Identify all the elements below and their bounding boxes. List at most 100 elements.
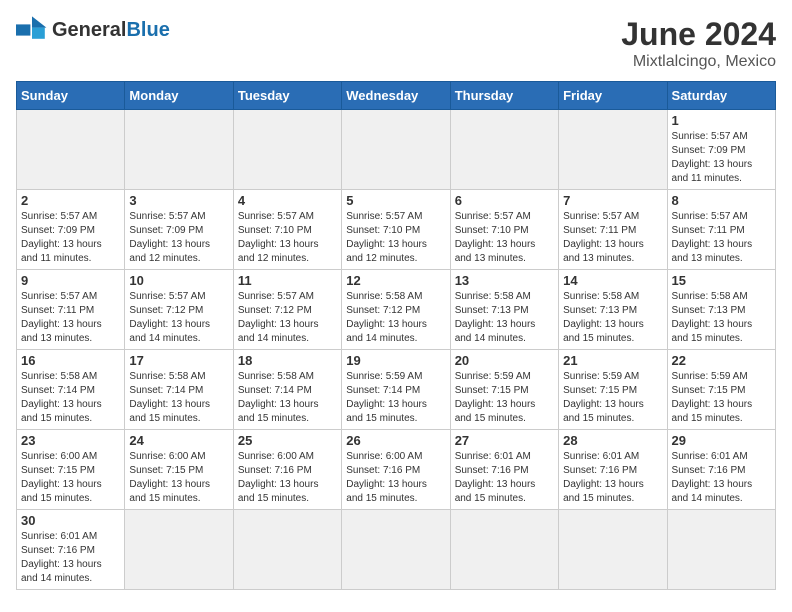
day-info: Sunrise: 6:00 AM Sunset: 7:15 PM Dayligh… (129, 450, 228, 506)
day-number: 23 (21, 433, 120, 448)
calendar-day: 20 Sunrise: 5:59 AM Sunset: 7:15 PM Dayli… (450, 350, 558, 430)
day-info: Sunrise: 5:57 AM Sunset: 7:10 PM Dayligh… (238, 210, 337, 266)
calendar-day: 12 Sunrise: 5:58 AM Sunset: 7:12 PM Dayli… (342, 270, 450, 350)
day-number: 4 (238, 193, 337, 208)
day-number: 10 (129, 273, 228, 288)
calendar-week-row: 30Sunrise: 6:01 AM Sunset: 7:16 PM Dayli… (17, 510, 776, 590)
calendar-day (450, 510, 558, 590)
calendar-day: 4 Sunrise: 5:57 AM Sunset: 7:10 PM Daylig… (233, 190, 341, 270)
calendar-day: 7 Sunrise: 5:57 AM Sunset: 7:11 PM Daylig… (559, 190, 667, 270)
calendar-day: 13 Sunrise: 5:58 AM Sunset: 7:13 PM Dayli… (450, 270, 558, 350)
day-info: Sunrise: 5:57 AM Sunset: 7:09 PM Dayligh… (129, 210, 228, 266)
day-number: 24 (129, 433, 228, 448)
calendar-day: 22 Sunrise: 5:59 AM Sunset: 7:15 PM Dayli… (667, 350, 775, 430)
logo: GeneralBlue (16, 16, 170, 44)
header-saturday: Saturday (667, 82, 775, 110)
day-number: 8 (672, 193, 771, 208)
day-number: 25 (238, 433, 337, 448)
day-info: Sunrise: 5:57 AM Sunset: 7:11 PM Dayligh… (563, 210, 662, 266)
day-number: 3 (129, 193, 228, 208)
day-number: 19 (346, 353, 445, 368)
day-info: Sunrise: 5:57 AM Sunset: 7:10 PM Dayligh… (455, 210, 554, 266)
calendar-day: 14Sunrise: 5:58 AM Sunset: 7:13 PM Dayli… (559, 270, 667, 350)
day-info: Sunrise: 5:58 AM Sunset: 7:14 PM Dayligh… (21, 370, 120, 426)
month-title: June 2024 (621, 16, 776, 53)
day-number: 28 (563, 433, 662, 448)
calendar-day (559, 510, 667, 590)
day-info: Sunrise: 5:57 AM Sunset: 7:09 PM Dayligh… (21, 210, 120, 266)
logo-icon (16, 16, 48, 44)
calendar-day: 15Sunrise: 5:58 AM Sunset: 7:13 PM Dayli… (667, 270, 775, 350)
calendar-day: 27Sunrise: 6:01 AM Sunset: 7:16 PM Dayli… (450, 430, 558, 510)
calendar-day: 9 Sunrise: 5:57 AM Sunset: 7:11 PM Daylig… (17, 270, 125, 350)
day-info: Sunrise: 6:00 AM Sunset: 7:16 PM Dayligh… (346, 450, 445, 506)
day-number: 26 (346, 433, 445, 448)
calendar-day: 6Sunrise: 5:57 AM Sunset: 7:10 PM Daylig… (450, 190, 558, 270)
calendar-day: 1 Sunrise: 5:57 AM Sunset: 7:09 PM Daylig… (667, 110, 775, 190)
day-info: Sunrise: 6:01 AM Sunset: 7:16 PM Dayligh… (672, 450, 771, 506)
day-number: 12 (346, 273, 445, 288)
day-number: 7 (563, 193, 662, 208)
title-area: June 2024 Mixtlalcingo, Mexico (621, 16, 776, 71)
calendar-day (559, 110, 667, 190)
calendar-day: 5Sunrise: 5:57 AM Sunset: 7:10 PM Daylig… (342, 190, 450, 270)
calendar-day: 2Sunrise: 5:57 AM Sunset: 7:09 PM Daylig… (17, 190, 125, 270)
day-info: Sunrise: 6:00 AM Sunset: 7:15 PM Dayligh… (21, 450, 120, 506)
day-number: 11 (238, 273, 337, 288)
calendar-day (125, 110, 233, 190)
location-title: Mixtlalcingo, Mexico (621, 53, 776, 71)
calendar-day: 30Sunrise: 6:01 AM Sunset: 7:16 PM Dayli… (17, 510, 125, 590)
calendar-day: 8 Sunrise: 5:57 AM Sunset: 7:11 PM Daylig… (667, 190, 775, 270)
day-number: 9 (21, 273, 120, 288)
day-info: Sunrise: 5:59 AM Sunset: 7:15 PM Dayligh… (563, 370, 662, 426)
calendar-day: 21 Sunrise: 5:59 AM Sunset: 7:15 PM Dayli… (559, 350, 667, 430)
calendar-day: 16 Sunrise: 5:58 AM Sunset: 7:14 PM Dayli… (17, 350, 125, 430)
day-number: 29 (672, 433, 771, 448)
calendar-week-row: 1 Sunrise: 5:57 AM Sunset: 7:09 PM Daylig… (17, 110, 776, 190)
calendar-day (233, 510, 341, 590)
day-info: Sunrise: 5:58 AM Sunset: 7:14 PM Dayligh… (238, 370, 337, 426)
header-thursday: Thursday (450, 82, 558, 110)
header-monday: Monday (125, 82, 233, 110)
header-tuesday: Tuesday (233, 82, 341, 110)
day-info: Sunrise: 5:58 AM Sunset: 7:14 PM Dayligh… (129, 370, 228, 426)
day-info: Sunrise: 5:59 AM Sunset: 7:15 PM Dayligh… (455, 370, 554, 426)
day-info: Sunrise: 5:58 AM Sunset: 7:13 PM Dayligh… (455, 290, 554, 346)
calendar-week-row: 9 Sunrise: 5:57 AM Sunset: 7:11 PM Daylig… (17, 270, 776, 350)
calendar-day (342, 510, 450, 590)
day-number: 1 (672, 113, 771, 128)
day-number: 17 (129, 353, 228, 368)
day-info: Sunrise: 5:57 AM Sunset: 7:11 PM Dayligh… (672, 210, 771, 266)
calendar-day: 26 Sunrise: 6:00 AM Sunset: 7:16 PM Dayli… (342, 430, 450, 510)
calendar-day: 10 Sunrise: 5:57 AM Sunset: 7:12 PM Dayli… (125, 270, 233, 350)
day-info: Sunrise: 5:59 AM Sunset: 7:15 PM Dayligh… (672, 370, 771, 426)
day-number: 15 (672, 273, 771, 288)
calendar-day (667, 510, 775, 590)
calendar-day (342, 110, 450, 190)
calendar-week-row: 2Sunrise: 5:57 AM Sunset: 7:09 PM Daylig… (17, 190, 776, 270)
day-number: 21 (563, 353, 662, 368)
day-number: 18 (238, 353, 337, 368)
day-number: 22 (672, 353, 771, 368)
header-wednesday: Wednesday (342, 82, 450, 110)
day-info: Sunrise: 6:00 AM Sunset: 7:16 PM Dayligh… (238, 450, 337, 506)
calendar-day: 28Sunrise: 6:01 AM Sunset: 7:16 PM Dayli… (559, 430, 667, 510)
calendar-day: 19Sunrise: 5:59 AM Sunset: 7:14 PM Dayli… (342, 350, 450, 430)
calendar-day (125, 510, 233, 590)
calendar-day: 24 Sunrise: 6:00 AM Sunset: 7:15 PM Dayli… (125, 430, 233, 510)
day-info: Sunrise: 5:58 AM Sunset: 7:12 PM Dayligh… (346, 290, 445, 346)
day-number: 16 (21, 353, 120, 368)
day-info: Sunrise: 5:57 AM Sunset: 7:11 PM Dayligh… (21, 290, 120, 346)
day-number: 13 (455, 273, 554, 288)
day-number: 20 (455, 353, 554, 368)
calendar-day: 29 Sunrise: 6:01 AM Sunset: 7:16 PM Dayli… (667, 430, 775, 510)
day-info: Sunrise: 5:57 AM Sunset: 7:12 PM Dayligh… (129, 290, 228, 346)
calendar-week-row: 23 Sunrise: 6:00 AM Sunset: 7:15 PM Dayli… (17, 430, 776, 510)
logo-text: GeneralBlue (52, 19, 170, 41)
calendar-day: 25 Sunrise: 6:00 AM Sunset: 7:16 PM Dayli… (233, 430, 341, 510)
calendar-day (17, 110, 125, 190)
day-number: 14 (563, 273, 662, 288)
day-info: Sunrise: 6:01 AM Sunset: 7:16 PM Dayligh… (455, 450, 554, 506)
day-info: Sunrise: 5:57 AM Sunset: 7:10 PM Dayligh… (346, 210, 445, 266)
day-info: Sunrise: 5:57 AM Sunset: 7:09 PM Dayligh… (672, 130, 771, 186)
